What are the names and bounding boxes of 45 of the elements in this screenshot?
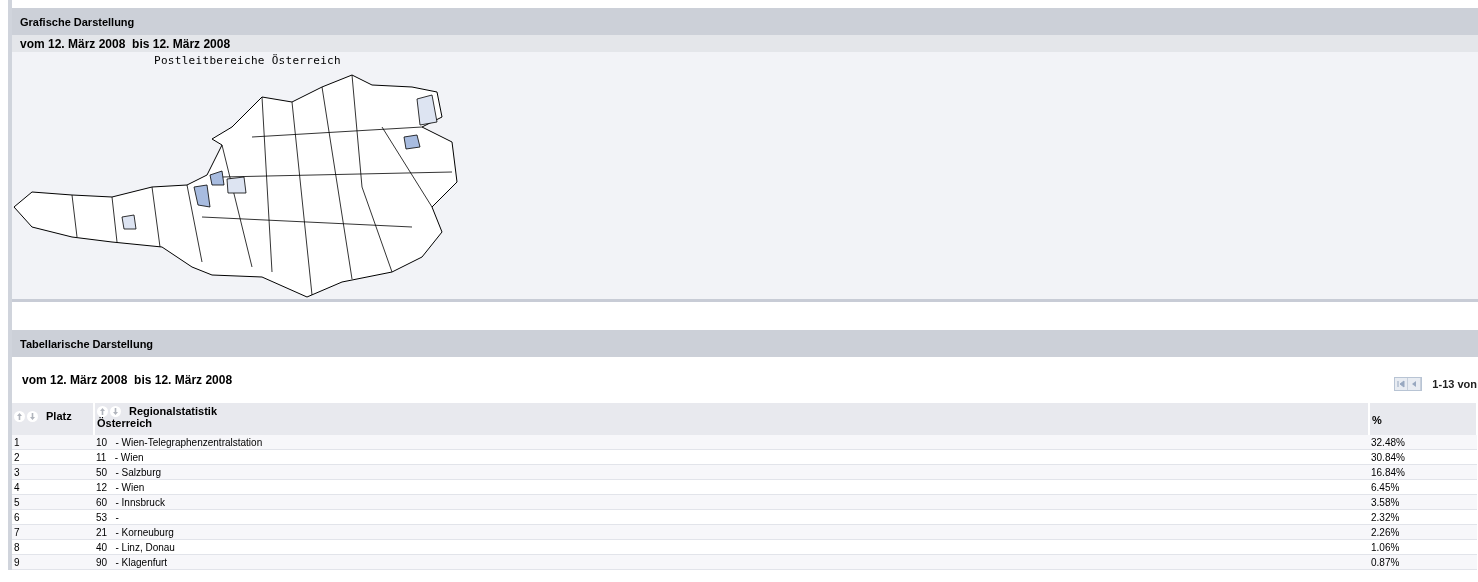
previous-page-button[interactable]: [1408, 378, 1422, 390]
table-cell: 30.84%: [1371, 451, 1405, 463]
table-cell: 40 - Linz, Donau: [96, 541, 175, 553]
column-header[interactable]: %: [1372, 405, 1382, 426]
sort-down-icon[interactable]: [110, 405, 121, 417]
table-cell: 8: [14, 541, 20, 553]
table-cell: 16.84%: [1371, 466, 1405, 478]
table-cell: 53 -: [96, 511, 119, 523]
table-cell: 11 - Wien: [96, 451, 144, 463]
table-cell: 12 - Wien: [96, 481, 145, 493]
table-cell: 0.87%: [1371, 556, 1400, 568]
table-cell: 10 - Wien-Telegraphenzentralstation: [96, 436, 263, 448]
section-title: Grafische Darstellung: [20, 15, 135, 28]
table-cell: 9: [14, 556, 20, 568]
sort-up-icon[interactable]: [97, 405, 108, 417]
table-cell: 6: [14, 511, 20, 523]
first-page-icon: [1397, 380, 1406, 388]
table-cell: 4: [14, 481, 20, 493]
table-cell: 2.32%: [1371, 511, 1400, 523]
date-range: vom 12. März 2008 bis 12. März 2008: [20, 36, 231, 51]
page-range: 1-13 von: [1432, 378, 1477, 390]
table-cell: 21 - Korneuburg: [96, 526, 174, 538]
section-title: Tabellarische Darstellung: [20, 337, 154, 350]
table-cell: 2.26%: [1371, 526, 1400, 538]
table-cell: 7: [14, 526, 20, 538]
column-header[interactable]: Platz: [46, 410, 72, 422]
table-cell: 5: [14, 496, 20, 508]
previous-page-icon: [1410, 380, 1419, 388]
table-cell: 2: [14, 451, 20, 463]
first-page-button[interactable]: [1395, 378, 1409, 390]
table-cell: 60 - Innsbruck: [96, 496, 165, 508]
column-subheader: Österreich: [97, 417, 153, 429]
sort-down-icon[interactable]: [27, 410, 38, 422]
table-cell: 1.06%: [1371, 541, 1400, 553]
date-range: vom 12. März 2008 bis 12. März 2008: [22, 373, 233, 387]
sort-up-icon[interactable]: [14, 410, 25, 422]
table-cell: 50 - Salzburg: [96, 466, 162, 478]
table-cell: 3.58%: [1371, 496, 1400, 508]
table-cell: 1: [14, 436, 20, 448]
column-header[interactable]: Regionalstatistik: [129, 405, 218, 417]
table-cell: 3: [14, 466, 20, 478]
table-cell: 6.45%: [1371, 481, 1400, 493]
map-title: Postleitbereiche Österreich: [154, 54, 342, 67]
table-cell: 90 - Klagenfurt: [96, 556, 168, 568]
table-cell: 32.48%: [1371, 436, 1405, 448]
